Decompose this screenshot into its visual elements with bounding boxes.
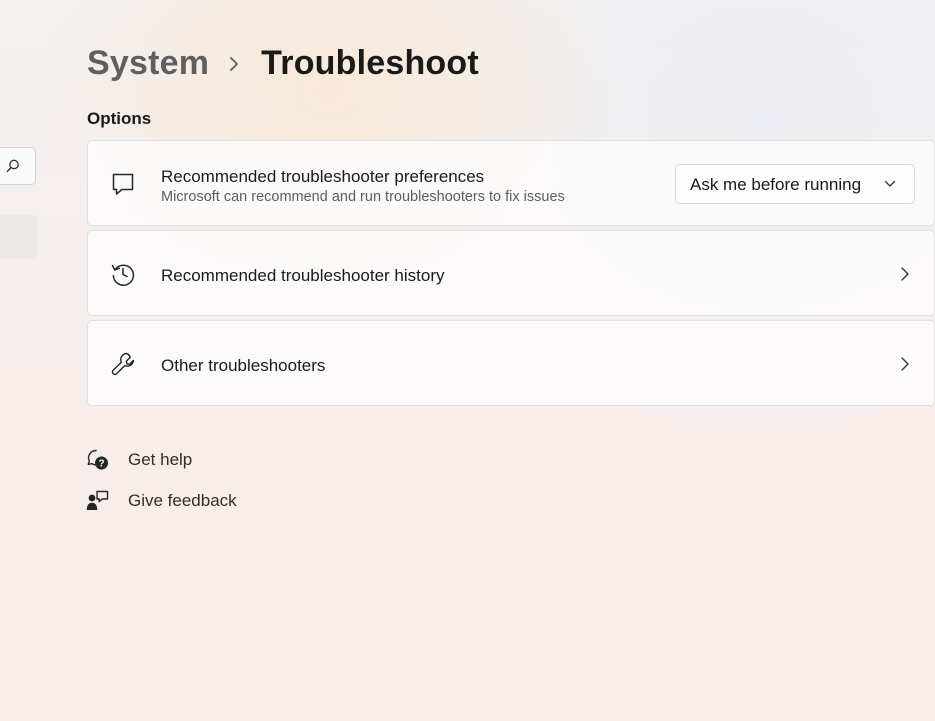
- section-title-options: Options: [87, 109, 152, 128]
- nav-item-selected[interactable]: [0, 215, 37, 259]
- chevron-right-icon: [901, 267, 909, 281]
- chevron-right-icon: [901, 357, 909, 371]
- navigation-pane: [0, 0, 40, 721]
- card-title-history: Recommended troubleshooter history: [161, 266, 445, 285]
- card-title-preferences: Recommended troubleshooter preferences: [161, 167, 485, 186]
- wrench-icon: [111, 352, 135, 376]
- chat-bubble-icon: [112, 173, 134, 195]
- settings-search-box[interactable]: [0, 147, 36, 185]
- card-description-preferences: Microsoft can recommend and run troubles…: [161, 189, 565, 205]
- breadcrumb: System Troubleshoot: [87, 40, 479, 86]
- give-feedback-label: Give feedback: [128, 491, 237, 510]
- breadcrumb-chevron-icon: [209, 53, 261, 73]
- svg-text:?: ?: [98, 459, 104, 470]
- card-title-other: Other troubleshooters: [161, 356, 326, 375]
- get-help-icon: ?: [87, 449, 108, 470]
- card-troubleshooter-preferences: Recommended troubleshooter preferences M…: [87, 140, 935, 226]
- history-icon: [111, 264, 135, 286]
- card-troubleshooter-history[interactable]: Recommended troubleshooter history: [87, 230, 935, 316]
- page-title: Troubleshoot: [261, 43, 479, 82]
- preferences-dropdown[interactable]: Ask me before running: [675, 164, 915, 204]
- search-icon: [6, 159, 19, 173]
- dropdown-selected-value: Ask me before running: [690, 175, 862, 194]
- get-help-label: Get help: [128, 450, 193, 469]
- chevron-down-icon: [884, 180, 896, 187]
- card-other-troubleshooters[interactable]: Other troubleshooters: [87, 320, 935, 406]
- give-feedback-icon: [86, 490, 109, 510]
- breadcrumb-system[interactable]: System: [87, 44, 209, 83]
